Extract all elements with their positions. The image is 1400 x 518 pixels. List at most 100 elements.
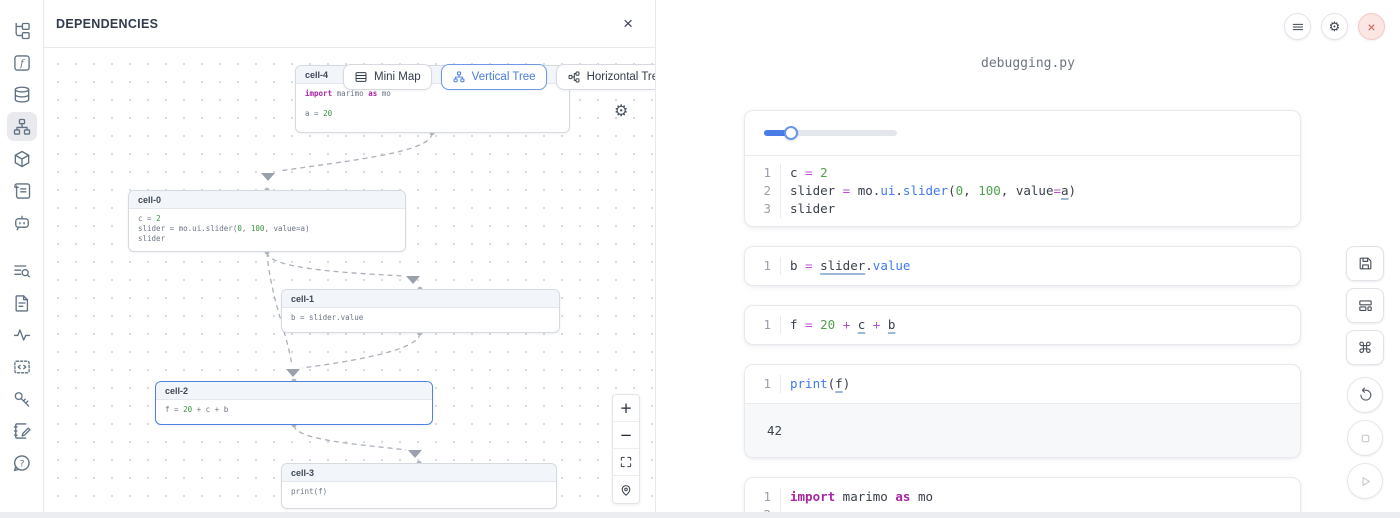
sidebar-item-tracing[interactable] [7, 320, 37, 349]
close-panel-button[interactable]: × [623, 15, 633, 32]
graph-node-title: cell-3 [282, 464, 556, 482]
marimo-app: f ? DEPENDENCIES × [0, 0, 1400, 518]
graph-node-code: import marimo as mo a = 20 [296, 84, 569, 124]
locate-button[interactable] [613, 476, 639, 503]
code-editor[interactable]: 1f = 20 + c + b [745, 306, 1300, 344]
function-square-icon: f [12, 53, 32, 73]
database-icon [12, 85, 32, 105]
code-editor[interactable]: 1c = 22slider = mo.ui.slider(0, 100, val… [745, 156, 1300, 226]
notebook-settings-button[interactable]: ⚙ [1321, 13, 1348, 40]
sidebar-item-documentation[interactable] [7, 176, 37, 205]
sidebar-item-help[interactable]: ? [7, 448, 37, 477]
dependencies-title: DEPENDENCIES [56, 17, 158, 31]
vertical-tree-label: Vertical Tree [472, 71, 536, 83]
layout-panels-icon [1357, 297, 1374, 314]
code-editor[interactable]: 1print(f) [745, 365, 1300, 403]
graph-view-toggle: Mini Map Vertical Tree Horizontal Tree [343, 64, 655, 90]
gear-icon: ⚙ [1329, 19, 1341, 35]
dependencies-header: DEPENDENCIES × [44, 0, 655, 48]
stop-button[interactable] [1347, 420, 1383, 456]
cube-icon [12, 149, 32, 169]
key-icon [12, 389, 32, 409]
menu-icon [1291, 20, 1305, 34]
dependency-graph-canvas[interactable]: cell-4 import marimo as mo a = 20 cell-0… [44, 48, 655, 518]
code-editor[interactable]: 1b = slider.value [745, 247, 1300, 285]
sidebar-item-secrets[interactable] [7, 384, 37, 413]
slider-thumb[interactable] [784, 126, 798, 140]
sidebar-item-datasources[interactable] [7, 80, 37, 109]
sidebar-item-packages[interactable] [7, 144, 37, 173]
graph-node-title: cell-0 [129, 191, 405, 209]
graph-node-cell-1[interactable]: cell-1 b = slider.value [281, 289, 560, 333]
run-button[interactable] [1347, 463, 1383, 499]
layout-button[interactable] [1346, 288, 1384, 323]
zoom-controls: + − [612, 394, 640, 504]
notebook-controls: ⚙ × [1284, 13, 1385, 40]
plus-icon: + [620, 399, 633, 417]
graph-node-title: cell-2 [156, 382, 432, 400]
file-text-icon [12, 293, 32, 313]
mini-map-button[interactable]: Mini Map [343, 64, 432, 90]
notebook-menu-button[interactable] [1284, 13, 1311, 40]
mini-map-label: Mini Map [374, 71, 421, 83]
sidebar-item-scratchpad[interactable] [7, 416, 37, 445]
scroll-icon [12, 181, 32, 201]
rows-icon [354, 70, 368, 84]
graph-settings-button[interactable]: ⚙ [614, 101, 628, 121]
vertical-tree-button[interactable]: Vertical Tree [441, 64, 547, 90]
horizontal-scrollbar[interactable] [0, 512, 1400, 518]
graph-node-code: f = 20 + c + b [156, 400, 432, 420]
fit-view-button[interactable] [613, 449, 639, 476]
sidebar-item-ai-chat[interactable] [7, 208, 37, 237]
graph-node-code: print(f) [282, 482, 556, 502]
horizontal-tree-label: Horizontal Tree [587, 71, 655, 83]
save-button[interactable] [1346, 246, 1384, 281]
sidebar-item-logs[interactable] [7, 256, 37, 285]
graph-node-code: c = 2slider = mo.ui.slider(0, 100, value… [129, 209, 405, 249]
helper-panel-rail: f ? [0, 0, 44, 518]
sidebar-item-outline[interactable] [7, 352, 37, 381]
vertical-tree-icon [452, 70, 466, 84]
cell-print: 1print(f) 42 [744, 364, 1301, 458]
svg-text:f: f [19, 58, 26, 69]
graph-node-cell-3[interactable]: cell-3 print(f) [281, 463, 557, 509]
shutdown-button[interactable]: × [1358, 13, 1385, 40]
undo-button[interactable] [1347, 377, 1383, 413]
undo-icon [1357, 387, 1374, 404]
graph-node-code: b = slider.value [282, 308, 559, 328]
slider-widget[interactable] [764, 126, 897, 140]
bot-chat-icon [12, 213, 32, 233]
stop-icon [1357, 430, 1374, 447]
play-icon [1357, 473, 1374, 490]
notebook-filename: debugging.py [656, 56, 1400, 71]
fit-view-icon [619, 455, 633, 469]
close-icon: × [1367, 19, 1375, 35]
save-icon [1357, 255, 1374, 272]
cell-slider: 1c = 22slider = mo.ui.slider(0, 100, val… [744, 110, 1301, 227]
cell-output-text: 42 [745, 403, 1300, 457]
map-pin-icon [619, 483, 633, 497]
zoom-in-button[interactable]: + [613, 395, 639, 422]
dependencies-panel: DEPENDENCIES × [44, 0, 656, 518]
code-frame-icon [12, 357, 32, 377]
notebook-pane: ⚙ × debugging.py 1c = 22slider = mo.ui.s… [656, 0, 1400, 518]
horizontal-tree-icon [567, 70, 581, 84]
command-icon: ⌘ [1358, 339, 1373, 357]
notebook-cells: 1c = 22slider = mo.ui.slider(0, 100, val… [744, 110, 1301, 518]
graph-node-cell-0[interactable]: cell-0 c = 2slider = mo.ui.slider(0, 100… [128, 190, 406, 252]
sidebar-item-variables[interactable]: f [7, 48, 37, 77]
zoom-out-button[interactable]: − [613, 422, 639, 449]
sidebar-item-file-explorer[interactable] [7, 16, 37, 45]
sidebar-item-dependencies[interactable] [7, 112, 37, 141]
graph-node-title: cell-1 [282, 290, 559, 308]
dependency-graph-icon [12, 117, 32, 137]
command-palette-button[interactable]: ⌘ [1346, 330, 1384, 365]
cell-b: 1b = slider.value [744, 246, 1301, 286]
graph-node-cell-2[interactable]: cell-2 f = 20 + c + b [155, 381, 433, 425]
sidebar-item-snippets[interactable] [7, 288, 37, 317]
file-tree-icon [12, 21, 32, 41]
svg-text:?: ? [19, 458, 24, 469]
horizontal-tree-button[interactable]: Horizontal Tree [556, 64, 655, 90]
gear-icon: ⚙ [614, 103, 628, 120]
notebook-action-bar: ⌘ [1346, 246, 1384, 499]
